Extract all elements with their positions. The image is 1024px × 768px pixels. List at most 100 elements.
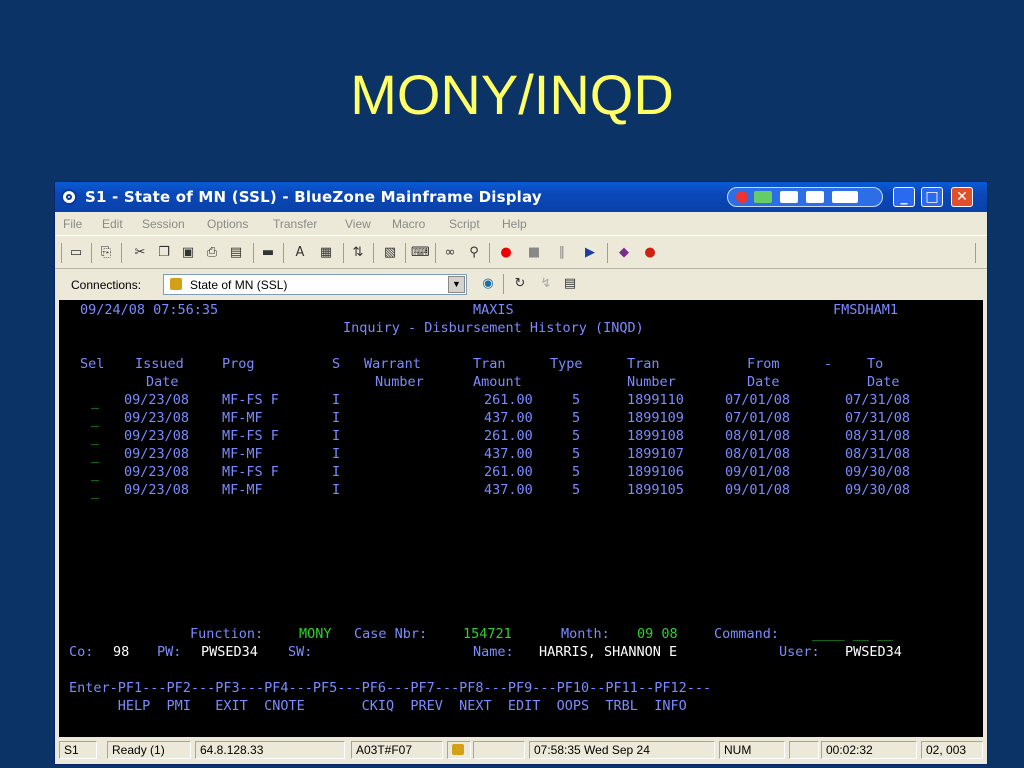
row-prog: MF-MF xyxy=(222,482,263,498)
row-type: 5 xyxy=(572,392,581,408)
row-sel-field[interactable]: _ xyxy=(91,448,99,464)
row-from-date: 07/01/08 xyxy=(725,410,791,426)
user-value: PWSED34 xyxy=(845,644,902,660)
play-icon[interactable]: ▶ xyxy=(581,245,599,261)
terminal-screen[interactable]: 09/24/08 07:56:35 MAXIS FMSDHAM1 Inquiry… xyxy=(59,300,983,737)
col-header-amount: Amount xyxy=(473,374,522,390)
co-label: Co: xyxy=(69,644,94,660)
status-empty-1 xyxy=(473,741,525,759)
maximize-button[interactable]: □ xyxy=(921,187,943,207)
command-field[interactable]: ____ __ __ xyxy=(812,626,893,642)
display-icon xyxy=(832,191,858,203)
chevron-down-icon[interactable]: ▼ xyxy=(448,276,465,293)
connections-label: Connections: xyxy=(71,278,142,292)
menu-script[interactable]: Script xyxy=(449,217,480,231)
col-header-sel: Sel xyxy=(80,356,105,372)
save-icon[interactable]: ▣ xyxy=(179,245,197,261)
menu-session[interactable]: Session xyxy=(142,217,185,231)
function-field[interactable]: MONY xyxy=(299,626,332,642)
row-sel-field[interactable]: _ xyxy=(91,394,99,410)
disconnect-icon[interactable]: ⎘ xyxy=(97,245,115,261)
display-icon[interactable]: ▬ xyxy=(259,245,277,261)
menu-bar: File Edit Session Options Transfer View … xyxy=(55,212,987,234)
menu-transfer[interactable]: Transfer xyxy=(273,217,317,231)
keypad-icon[interactable]: ⌨ xyxy=(411,245,430,261)
cut-icon[interactable]: ✂ xyxy=(131,245,149,261)
pw-label: PW: xyxy=(157,644,182,660)
term-user-id: FMSDHAM1 xyxy=(833,302,899,318)
print-icon[interactable]: ⎙ xyxy=(203,245,221,261)
window-title: S1 - State of MN (SSL) - BlueZone Mainfr… xyxy=(85,188,542,206)
zoom-icon[interactable]: ⚲ xyxy=(465,245,483,261)
col-header-prog: Prog xyxy=(222,356,255,372)
status-clock: 07:58:35 Wed Sep 24 xyxy=(529,741,715,759)
paste-icon[interactable]: ▤ xyxy=(227,245,245,261)
lock-icon xyxy=(452,744,464,755)
row-from-date: 08/01/08 xyxy=(725,428,791,444)
month-field[interactable]: 09 08 xyxy=(637,626,678,642)
connection-dropdown[interactable]: State of MN (SSL) ▼ xyxy=(163,274,467,295)
row-from-date: 08/01/08 xyxy=(725,446,791,462)
menu-macro[interactable]: Macro xyxy=(392,217,425,231)
title-tray-icons[interactable] xyxy=(727,187,883,207)
toolbar-separator xyxy=(283,243,284,263)
status-state: Ready (1) xyxy=(107,741,191,759)
row-amount: 437.00 xyxy=(484,446,533,462)
row-issued: 09/23/08 xyxy=(124,410,190,426)
bluezone-app-icon[interactable] xyxy=(61,189,77,205)
status-session: S1 xyxy=(59,741,97,759)
transfer-icon[interactable]: ⇅ xyxy=(349,245,367,261)
copy-icon[interactable]: ❐ xyxy=(155,245,173,261)
row-status: I xyxy=(332,464,341,480)
row-status: I xyxy=(332,446,341,462)
title-bar[interactable]: S1 - State of MN (SSL) - BlueZone Mainfr… xyxy=(55,182,987,212)
row-status: I xyxy=(332,482,341,498)
toolbar-separator xyxy=(489,243,490,263)
col-header-s: S xyxy=(332,356,341,372)
disconnect-session-icon[interactable]: ↯ xyxy=(537,276,555,292)
font-icon[interactable]: A xyxy=(291,245,309,261)
row-from-date: 09/01/08 xyxy=(725,482,791,498)
row-sel-field[interactable]: _ xyxy=(91,466,99,482)
sw-label: SW: xyxy=(288,644,313,660)
close-button[interactable]: ✕ xyxy=(951,187,973,207)
col-header-tran-nbr: Tran xyxy=(627,356,660,372)
menu-help[interactable]: Help xyxy=(502,217,527,231)
stop-icon[interactable]: ■ xyxy=(525,245,543,261)
menu-edit[interactable]: Edit xyxy=(102,217,123,231)
toolbar: ▭ ⎘ ✂ ❐ ▣ ⎙ ▤ ▬ A ▦ ⇅ ▧ ⌨ ∞ ⚲ ● ■ ∥ ▶ ◆ … xyxy=(55,235,987,269)
glasses-icon[interactable]: ∞ xyxy=(441,245,459,261)
name-value: HARRIS, SHANNON E xyxy=(539,644,678,660)
pause-icon[interactable]: ∥ xyxy=(553,245,571,261)
row-type: 5 xyxy=(572,428,581,444)
globe-icon[interactable]: ◉ xyxy=(479,276,497,292)
row-sel-field[interactable]: _ xyxy=(91,412,99,428)
record-icon[interactable]: ● xyxy=(497,245,515,261)
menu-options[interactable]: Options xyxy=(207,217,248,231)
case-nbr-field[interactable]: 154721 xyxy=(463,626,512,642)
reconnect-icon[interactable]: ↻ xyxy=(511,276,529,292)
minimize-button[interactable]: _ xyxy=(893,187,915,207)
col-header-tran: Tran xyxy=(473,356,506,372)
connect-icon[interactable]: ▭ xyxy=(67,245,85,261)
menu-file[interactable]: File xyxy=(63,217,82,231)
col-header-issued: Issued xyxy=(135,356,184,372)
row-type: 5 xyxy=(572,446,581,462)
row-sel-field[interactable]: _ xyxy=(91,430,99,446)
col-header-number: Number xyxy=(375,374,424,390)
row-to-date: 07/31/08 xyxy=(845,392,911,408)
menu-view[interactable]: View xyxy=(345,217,371,231)
slide-title: MONY/INQD xyxy=(350,63,674,126)
keyboard-icon[interactable]: ▦ xyxy=(317,245,335,261)
col-header-to: To xyxy=(867,356,884,372)
row-issued: 09/23/08 xyxy=(124,428,190,444)
co-value: 98 xyxy=(113,644,130,660)
apple-icon[interactable]: ● xyxy=(641,245,659,261)
row-sel-field[interactable]: _ xyxy=(91,484,99,500)
book-icon[interactable]: ◆ xyxy=(615,245,633,261)
properties-icon[interactable]: ▤ xyxy=(561,276,579,292)
page-icon[interactable]: ▧ xyxy=(381,245,399,261)
connections-bar: Connections: State of MN (SSL) ▼ ◉ ↻ ↯ ▤ xyxy=(55,270,987,300)
term-system: MAXIS xyxy=(473,302,514,318)
pf-keys-line: Enter-PF1---PF2---PF3---PF4---PF5---PF6-… xyxy=(69,680,712,696)
